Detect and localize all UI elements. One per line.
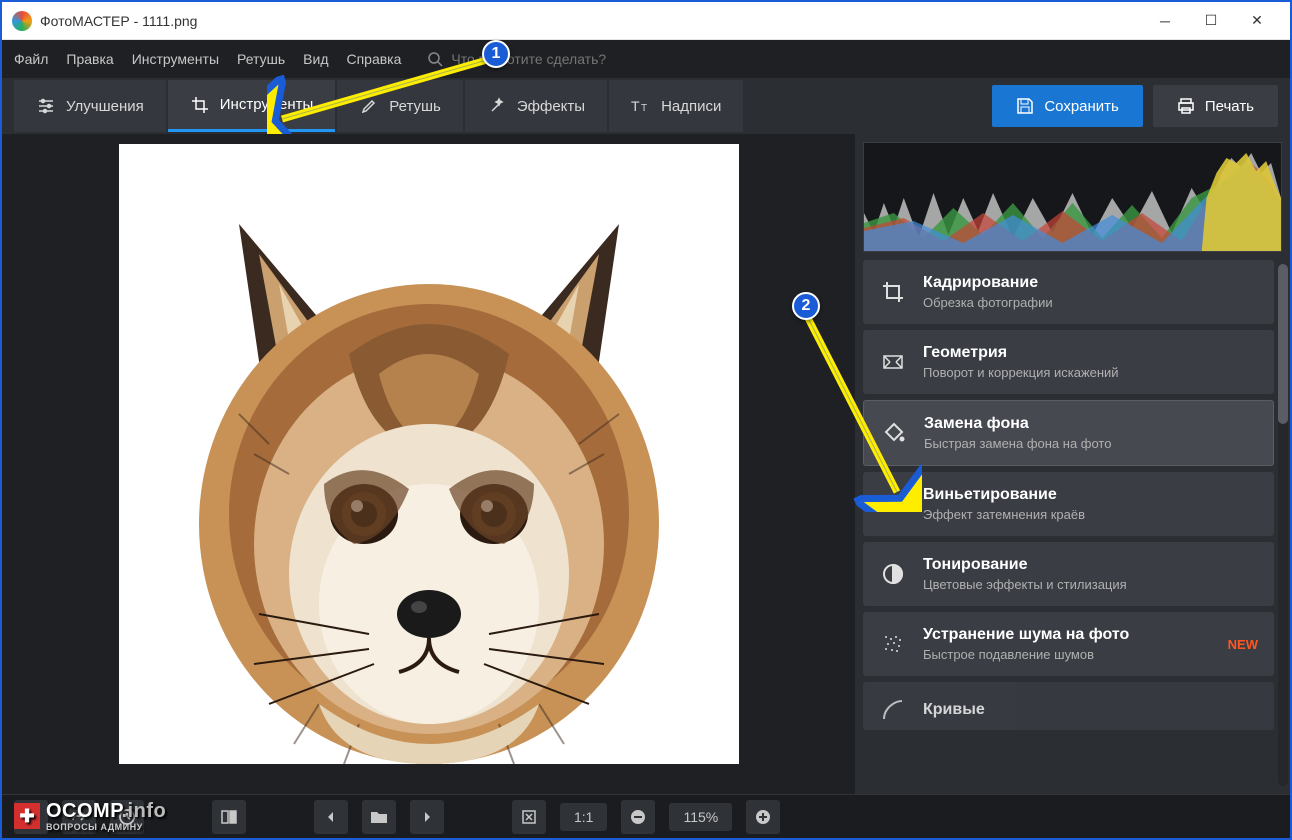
zoom-in-button[interactable] xyxy=(746,800,780,834)
tool-background-replace[interactable]: Замена фона Быстрая замена фона на фото xyxy=(863,400,1274,466)
tool-curves[interactable]: Кривые xyxy=(863,682,1274,730)
window-title: ФотоМАСТЕР - 1111.png xyxy=(40,13,197,29)
tab-text[interactable]: TT Надписи xyxy=(609,80,743,132)
tool-desc: Быстрая замена фона на фото xyxy=(924,436,1111,451)
print-icon xyxy=(1177,97,1195,115)
callout-1: 1 xyxy=(482,40,510,68)
watermark-icon: ✚ xyxy=(14,803,40,829)
scrollbar-thumb[interactable] xyxy=(1278,264,1288,424)
maximize-button[interactable]: ☐ xyxy=(1188,6,1234,36)
noise-icon xyxy=(879,630,907,658)
tone-icon xyxy=(879,560,907,588)
watermark-tld: .info xyxy=(121,800,166,822)
watermark-sub: ВОПРОСЫ АДМИНУ xyxy=(46,823,166,832)
tool-title: Кривые xyxy=(923,701,985,719)
app-icon xyxy=(12,11,32,31)
tab-label: Эффекты xyxy=(517,98,585,115)
tool-title: Устранение шума на фото xyxy=(923,626,1129,644)
sliders-icon xyxy=(36,96,56,116)
svg-text:T: T xyxy=(641,103,647,114)
tool-title: Виньетирование xyxy=(923,486,1085,504)
toolbar: Улучшения Инструменты Ретушь Эффекты TT … xyxy=(2,78,1290,134)
text-icon: TT xyxy=(631,96,651,116)
arrow-2 xyxy=(802,312,922,512)
compare-button[interactable] xyxy=(212,800,246,834)
canvas-area[interactable] xyxy=(2,134,855,794)
zoom-value[interactable]: 115% xyxy=(669,803,732,831)
tab-enhancements[interactable]: Улучшения xyxy=(14,80,166,132)
tool-vignette[interactable]: Виньетирование Эффект затемнения краёв xyxy=(863,472,1274,536)
minimize-button[interactable]: ─ xyxy=(1142,6,1188,36)
curves-icon xyxy=(879,696,907,724)
tool-desc: Обрезка фотографии xyxy=(923,295,1053,310)
histogram xyxy=(863,142,1282,252)
nav-next-button[interactable] xyxy=(410,800,444,834)
save-label: Сохранить xyxy=(1044,98,1119,115)
watermark: ✚ OCOMP.info ВОПРОСЫ АДМИНУ xyxy=(14,800,166,832)
fit-screen-button[interactable] xyxy=(512,800,546,834)
tool-desc: Эффект затемнения краёв xyxy=(923,507,1085,522)
menubar: Файл Правка Инструменты Ретушь Вид Справ… xyxy=(2,40,1290,78)
canvas-image xyxy=(119,144,739,764)
tool-title: Кадрирование xyxy=(923,274,1053,292)
tool-noise[interactable]: Устранение шума на фото Быстрое подавлен… xyxy=(863,612,1274,676)
tool-crop[interactable]: Кадрирование Обрезка фотографии xyxy=(863,260,1274,324)
close-button[interactable]: ✕ xyxy=(1234,6,1280,36)
titlebar: ФотоМАСТЕР - 1111.png ─ ☐ ✕ xyxy=(2,2,1290,40)
aspect-ratio[interactable]: 1:1 xyxy=(560,803,607,831)
menu-tools[interactable]: Инструменты xyxy=(132,51,219,67)
zoom-out-button[interactable] xyxy=(621,800,655,834)
tool-desc: Быстрое подавление шумов xyxy=(923,647,1129,662)
tool-geometry[interactable]: Геометрия Поворот и коррекция искажений xyxy=(863,330,1274,394)
tool-list: Кадрирование Обрезка фотографии Геометри… xyxy=(863,260,1282,786)
nav-prev-button[interactable] xyxy=(314,800,348,834)
tool-tone[interactable]: Тонирование Цветовые эффекты и стилизаци… xyxy=(863,542,1274,606)
tool-desc: Поворот и коррекция искажений xyxy=(923,365,1119,380)
save-icon xyxy=(1016,97,1034,115)
menu-edit[interactable]: Правка xyxy=(66,51,113,67)
crop-icon xyxy=(190,95,210,115)
statusbar: 1:1 115% xyxy=(2,794,1290,838)
tool-title: Замена фона xyxy=(924,415,1111,433)
tab-label: Улучшения xyxy=(66,98,144,115)
crop-icon xyxy=(879,278,907,306)
open-folder-button[interactable] xyxy=(362,800,396,834)
menu-file[interactable]: Файл xyxy=(14,51,48,67)
new-badge: NEW xyxy=(1228,637,1258,652)
svg-text:T: T xyxy=(631,98,640,114)
tool-title: Тонирование xyxy=(923,556,1127,574)
arrow-1 xyxy=(267,54,497,134)
save-button[interactable]: Сохранить xyxy=(992,85,1143,127)
tool-desc: Цветовые эффекты и стилизация xyxy=(923,577,1127,592)
print-label: Печать xyxy=(1205,98,1254,115)
print-button[interactable]: Печать xyxy=(1153,85,1278,127)
watermark-domain: OCOMP xyxy=(46,800,121,822)
tab-label: Надписи xyxy=(661,98,721,115)
tool-title: Геометрия xyxy=(923,344,1119,362)
callout-2: 2 xyxy=(792,292,820,320)
